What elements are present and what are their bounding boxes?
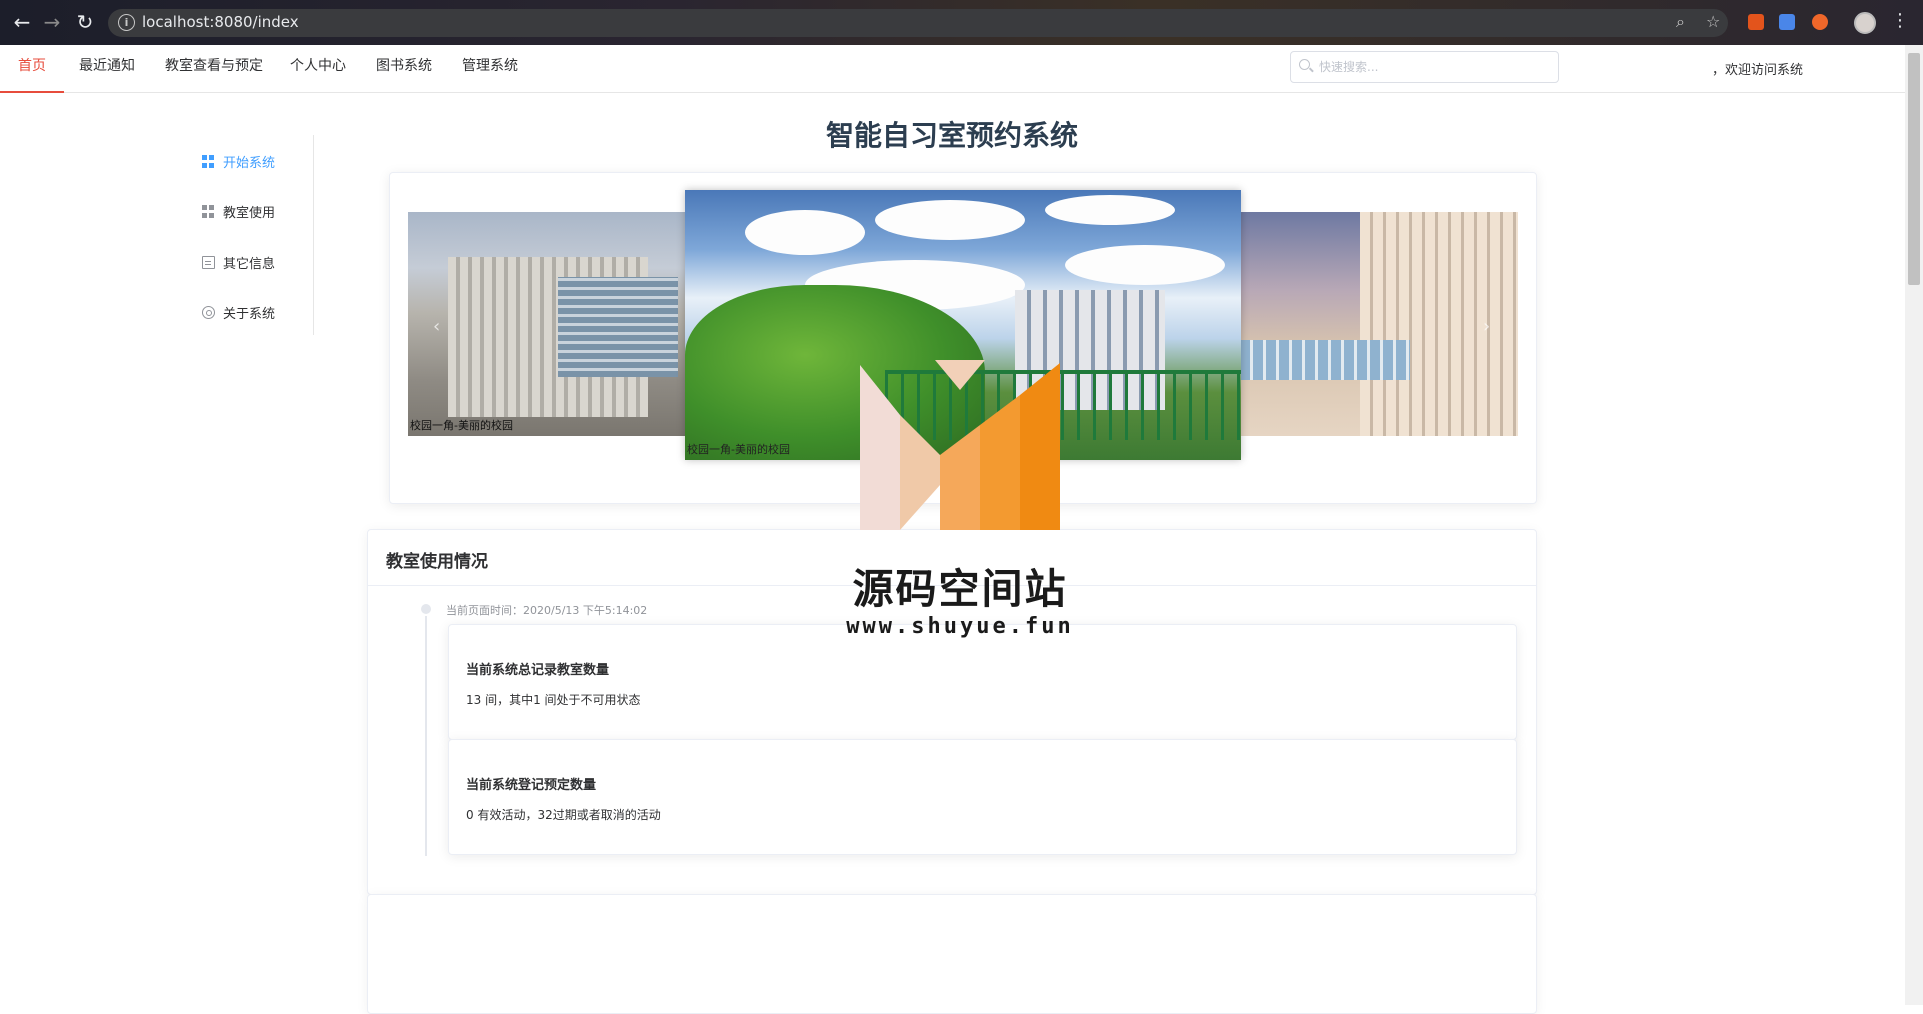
search-input[interactable] <box>1317 56 1547 78</box>
zoom-icon[interactable]: ⌕ <box>1676 12 1685 32</box>
building-windows-image <box>558 277 678 377</box>
timeline-dot <box>421 604 431 614</box>
sidebar-menu: 开始系统 教室使用 其它信息 关于系统 <box>190 135 314 335</box>
grid-icon <box>202 205 215 218</box>
translate-extension-icon[interactable] <box>1779 14 1795 30</box>
search-icon <box>1299 59 1310 70</box>
page-title: 智能自习室预约系统 <box>825 119 1078 152</box>
site-info-icon[interactable]: i <box>118 14 135 31</box>
browser-toolbar: ← → ↻ i localhost:8080/index ⌕ ☆ ⋮ <box>0 0 1923 45</box>
top-nav-menu: 首页 最近通知 教室查看与预定 个人中心 图书系统 管理系统 ，欢迎访问系统 <box>0 45 1905 93</box>
extension-icon[interactable] <box>1812 14 1828 30</box>
nav-item-classroom-booking[interactable]: 教室查看与预定 <box>147 45 281 93</box>
nav-item-notices[interactable]: 最近通知 <box>61 45 153 93</box>
cloud-shape <box>745 210 865 255</box>
panel-title: 教室使用情况 <box>386 552 488 572</box>
timeline-line <box>425 616 427 856</box>
sidebar-item-label: 其它信息 <box>223 257 276 272</box>
watermark-url: www.shuyue.fun <box>846 614 1074 639</box>
slide-caption: 校园一角-美丽的校园 <box>687 443 790 456</box>
nav-item-admin[interactable]: 管理系统 <box>444 45 536 93</box>
timeline-timestamp: 当前页面时间：2020/5/13 下午5:14:02 <box>446 604 648 617</box>
stat-value: 13 间，其中1 间处于不可用状态 <box>466 693 641 707</box>
chevron-right-icon[interactable]: › <box>1483 316 1490 337</box>
sidebar-item-label: 关于系统 <box>223 307 276 322</box>
stat-card-reservations: 当前系统登记预定数量 0 有效活动，32过期或者取消的活动 <box>448 739 1517 855</box>
empty-panel <box>367 894 1537 1014</box>
bookmark-star-icon[interactable]: ☆ <box>1706 12 1720 31</box>
stat-title: 当前系统登记预定数量 <box>466 778 597 793</box>
cloud-shape <box>1045 195 1175 225</box>
scrollbar-thumb[interactable] <box>1908 53 1920 285</box>
nav-item-profile[interactable]: 个人中心 <box>272 45 364 93</box>
sidebar-item-label: 教室使用 <box>223 206 276 221</box>
profile-avatar[interactable] <box>1854 12 1876 34</box>
grid-icon <box>202 155 215 168</box>
stat-value: 0 有效活动，32过期或者取消的活动 <box>466 808 661 822</box>
welcome-text: ，欢迎访问系统 <box>1712 63 1804 78</box>
skybridge-image <box>1240 340 1410 380</box>
slide-caption: 校园一角-美丽的校园 <box>410 419 513 432</box>
cloud-shape <box>1065 245 1225 285</box>
nav-item-library[interactable]: 图书系统 <box>358 45 450 93</box>
nav-item-home[interactable]: 首页 <box>0 45 64 93</box>
office-extension-icon[interactable] <box>1748 14 1764 30</box>
url-text: localhost:8080/index <box>142 13 299 31</box>
sidebar-item-label: 开始系统 <box>223 156 276 171</box>
quick-search[interactable] <box>1290 51 1559 83</box>
building-image <box>1360 212 1518 436</box>
back-icon[interactable]: ← <box>10 10 34 34</box>
forward-icon[interactable]: → <box>40 10 64 34</box>
carousel-slide-left[interactable]: 校园一角-美丽的校园 <box>408 212 688 436</box>
stat-title: 当前系统总记录教室数量 <box>466 663 610 678</box>
carousel-slide-right[interactable] <box>1240 212 1518 436</box>
watermark-text: 源码空间站 <box>852 565 1068 613</box>
document-icon <box>202 256 215 269</box>
browser-menu-icon[interactable]: ⋮ <box>1891 10 1909 31</box>
gear-icon <box>202 306 215 319</box>
cloud-shape <box>875 200 1025 240</box>
chevron-left-icon[interactable]: ‹ <box>433 316 440 337</box>
address-bar[interactable]: i localhost:8080/index ⌕ ☆ <box>108 9 1728 37</box>
reload-icon[interactable]: ↻ <box>73 10 97 34</box>
